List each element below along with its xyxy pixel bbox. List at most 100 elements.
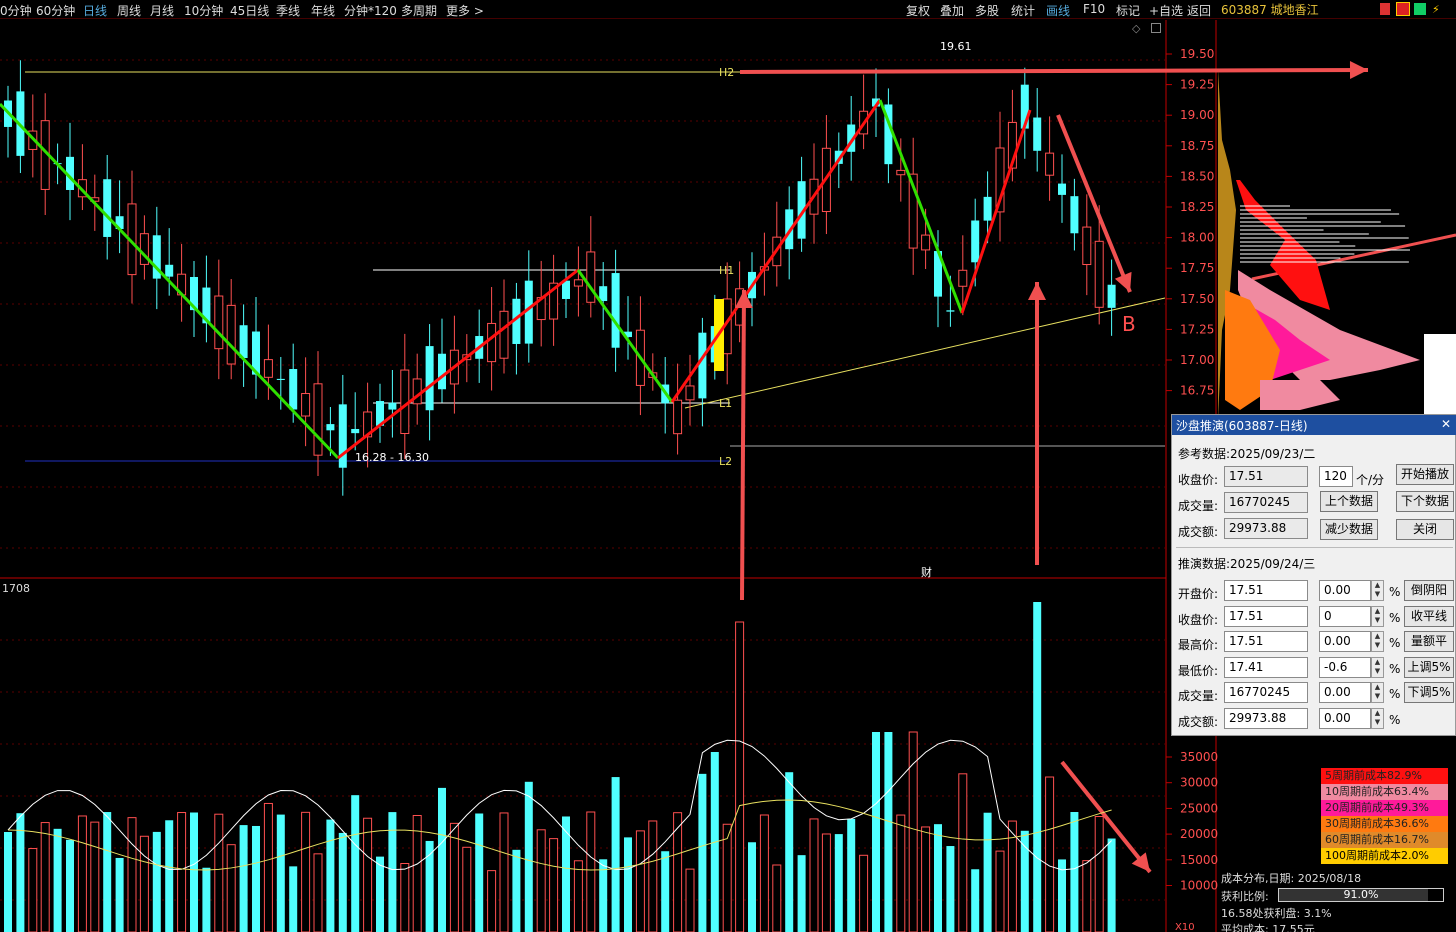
tf-45day[interactable]: 45日线 [230,2,269,19]
volume-bar [797,855,806,932]
play-icon[interactable] [1396,2,1410,16]
sim-action-button[interactable]: 倒阴阳 [1404,580,1454,601]
cost-legend-item: 5周期前成本82.9% [1321,768,1448,784]
spinner-icon[interactable]: ▲ ▼ [1371,707,1384,729]
tf-monthly[interactable]: 月线 [150,2,174,19]
close-button[interactable]: 关闭 [1396,519,1454,540]
high-price-label: 19.61 [940,40,972,53]
sim-value-field[interactable]: 17.41 [1224,656,1308,678]
btn-mark[interactable]: 标记 [1116,2,1140,19]
sim-label: 开盘价: [1178,587,1219,601]
btn-stats[interactable]: 统计 [1011,2,1035,19]
volume-bar [289,866,298,932]
spinner-icon[interactable]: ▲ ▼ [1371,605,1384,627]
volume-bar [326,819,335,932]
pct-sign: % [1389,585,1401,599]
volume-bar [934,824,942,932]
volume-axis-label: 15000 [1180,853,1218,867]
candle-body [896,169,906,176]
drawing-tools-panel[interactable] [1424,334,1456,414]
sim-action-button[interactable]: 收平线 [1404,605,1454,627]
sim-value-field[interactable]: 17.51 [1224,631,1308,652]
top-toolbar: 0分钟 60分钟 日线 周线 月线 10分钟 45日线 季线 年线 分钟*120… [0,0,1456,19]
tf-0min[interactable]: 0分钟 [0,2,32,19]
flag-icon[interactable] [1380,3,1390,15]
diamond-icon[interactable]: ◇ [1132,22,1140,35]
candle-body [698,332,707,399]
price-axis-label: 17.75 [1180,261,1214,275]
candle-body [351,428,360,434]
play-button[interactable]: 开始播放 [1396,464,1454,485]
sim-action-button[interactable]: 下调5% [1404,682,1454,703]
volume-bar [958,773,968,932]
spinner-icon[interactable]: ▲ ▼ [1371,682,1384,703]
spinner-icon[interactable]: ▲ ▼ [1371,656,1384,678]
btn-draw[interactable]: 画线 [1046,2,1070,19]
volume-bar [722,823,732,932]
pct-sign: % [1389,610,1401,625]
sim-pct-field[interactable]: 0.00 [1319,631,1371,652]
tf-multi[interactable]: 多周期 [401,2,437,19]
tf-weekly[interactable]: 周线 [117,2,141,19]
cost-legend-item: 10周期前成本63.4% [1321,784,1448,800]
panel-icon[interactable] [1151,23,1161,33]
tf-yearly[interactable]: 年线 [311,2,335,19]
sim-pct-field[interactable]: 0.00 [1319,707,1371,729]
btn-overlay[interactable]: 叠加 [940,2,964,19]
prev-data-button[interactable]: 上个数据 [1320,491,1378,512]
tf-60min[interactable]: 60分钟 [36,2,75,19]
price-axis-label: 17.50 [1180,292,1214,306]
price-axis-label: 18.75 [1180,139,1214,153]
volume-bar [115,857,124,932]
arrow-resistance [739,68,1369,74]
speed-field[interactable]: 120 [1319,466,1353,487]
volume-axis-label: 10000 [1180,879,1218,893]
volume-header: 1708 [2,582,30,595]
tf-10min[interactable]: 10分钟 [184,2,223,19]
cost-legend-item: 30周期前成本36.6% [1321,816,1448,832]
sim-value-field[interactable]: 17.51 [1224,605,1308,627]
btn-watchlist[interactable]: +自选 [1149,2,1183,19]
candle-body [673,399,683,435]
candle-body [326,424,335,431]
volume-bar [338,832,347,932]
sim-action-button[interactable]: 量额平 [1404,631,1454,652]
spinner-icon[interactable]: ▲ ▼ [1371,580,1384,601]
cost-legend-item: 100周期前成本2.0% [1321,848,1448,864]
btn-multistock[interactable]: 多股 [975,2,999,19]
ref-close-field[interactable]: 17.51 [1224,466,1308,487]
arrow-icon[interactable] [1414,3,1426,15]
sim-pct-field[interactable]: 0.00 [1319,580,1371,601]
btn-back[interactable]: 返回 [1187,2,1211,19]
volume-axis-label: 30000 [1180,776,1218,790]
tf-more[interactable]: 更多 > [446,2,484,19]
btn-fuquan[interactable]: 复权 [906,2,930,19]
next-data-button[interactable]: 下个数据 [1396,491,1454,512]
volume-bar [884,732,893,932]
sim-value-field[interactable]: 29973.88 [1224,707,1308,729]
price-axis-label: 18.25 [1180,200,1214,214]
candle-body [1082,226,1092,266]
ref-volume-field[interactable]: 16770245 [1224,492,1308,513]
sim-label: 成交额: [1178,714,1219,729]
sim-value-field[interactable]: 17.51 [1224,580,1308,601]
candle-body [921,234,931,251]
tf-min120[interactable]: 分钟*120 [344,2,397,19]
ref-amount-field[interactable]: 29973.88 [1224,518,1308,539]
sim-label: 收盘价: [1178,612,1219,627]
sim-action-button[interactable]: 上调5% [1404,656,1454,678]
sim-pct-field[interactable]: 0 [1319,605,1371,627]
close-icon[interactable]: ✕ [1441,417,1451,431]
tf-daily[interactable]: 日线 [83,2,107,19]
candle-body [983,196,992,221]
reduce-data-button[interactable]: 减少数据 [1320,519,1378,540]
sim-pct-field[interactable]: 0.00 [1319,682,1371,703]
sim-pct-field[interactable]: -0.6 [1319,656,1371,678]
volume-bar [40,822,50,932]
tf-season[interactable]: 季线 [276,2,300,19]
sim-value-field[interactable]: 16770245 [1224,682,1308,703]
volume-bar [1094,816,1104,932]
lightning-icon[interactable]: ⚡ [1432,3,1442,16]
btn-f10[interactable]: F10 [1083,2,1105,16]
spinner-icon[interactable]: ▲ ▼ [1371,631,1384,652]
